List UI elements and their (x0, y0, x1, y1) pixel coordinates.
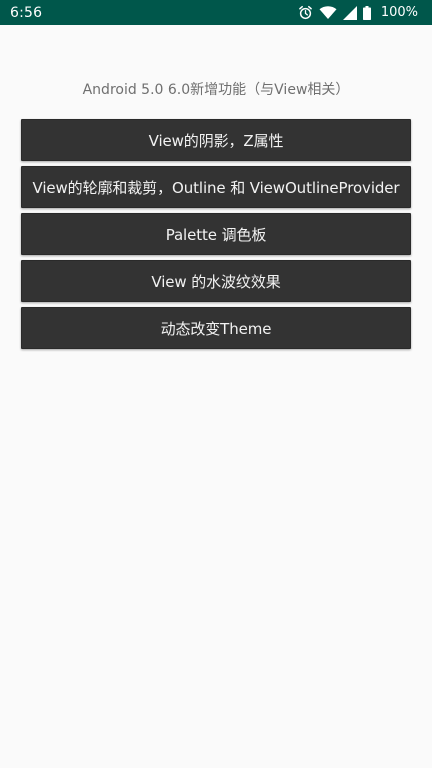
shadow-z-button[interactable]: View的阴影，Z属性 (21, 119, 411, 161)
ripple-effect-button[interactable]: View 的水波纹效果 (21, 260, 411, 302)
wifi-icon (319, 5, 337, 20)
battery-percentage: 100% (380, 5, 418, 20)
outline-clipping-button[interactable]: View的轮廓和裁剪，Outline 和 ViewOutlineProvider (21, 166, 411, 208)
page-title: Android 5.0 6.0新增功能（与View相关） (82, 82, 350, 98)
signal-icon (342, 5, 357, 20)
change-theme-button[interactable]: 动态改变Theme (21, 307, 411, 349)
status-time: 6:56 (10, 4, 43, 21)
battery-icon (362, 5, 371, 20)
alarm-icon (298, 5, 313, 20)
status-bar: 6:56 100% (0, 0, 432, 25)
palette-button[interactable]: Palette 调色板 (21, 213, 411, 255)
status-icons: 100% (298, 5, 418, 20)
button-list: View的阴影，Z属性 View的轮廓和裁剪，Outline 和 ViewOut… (21, 119, 411, 354)
